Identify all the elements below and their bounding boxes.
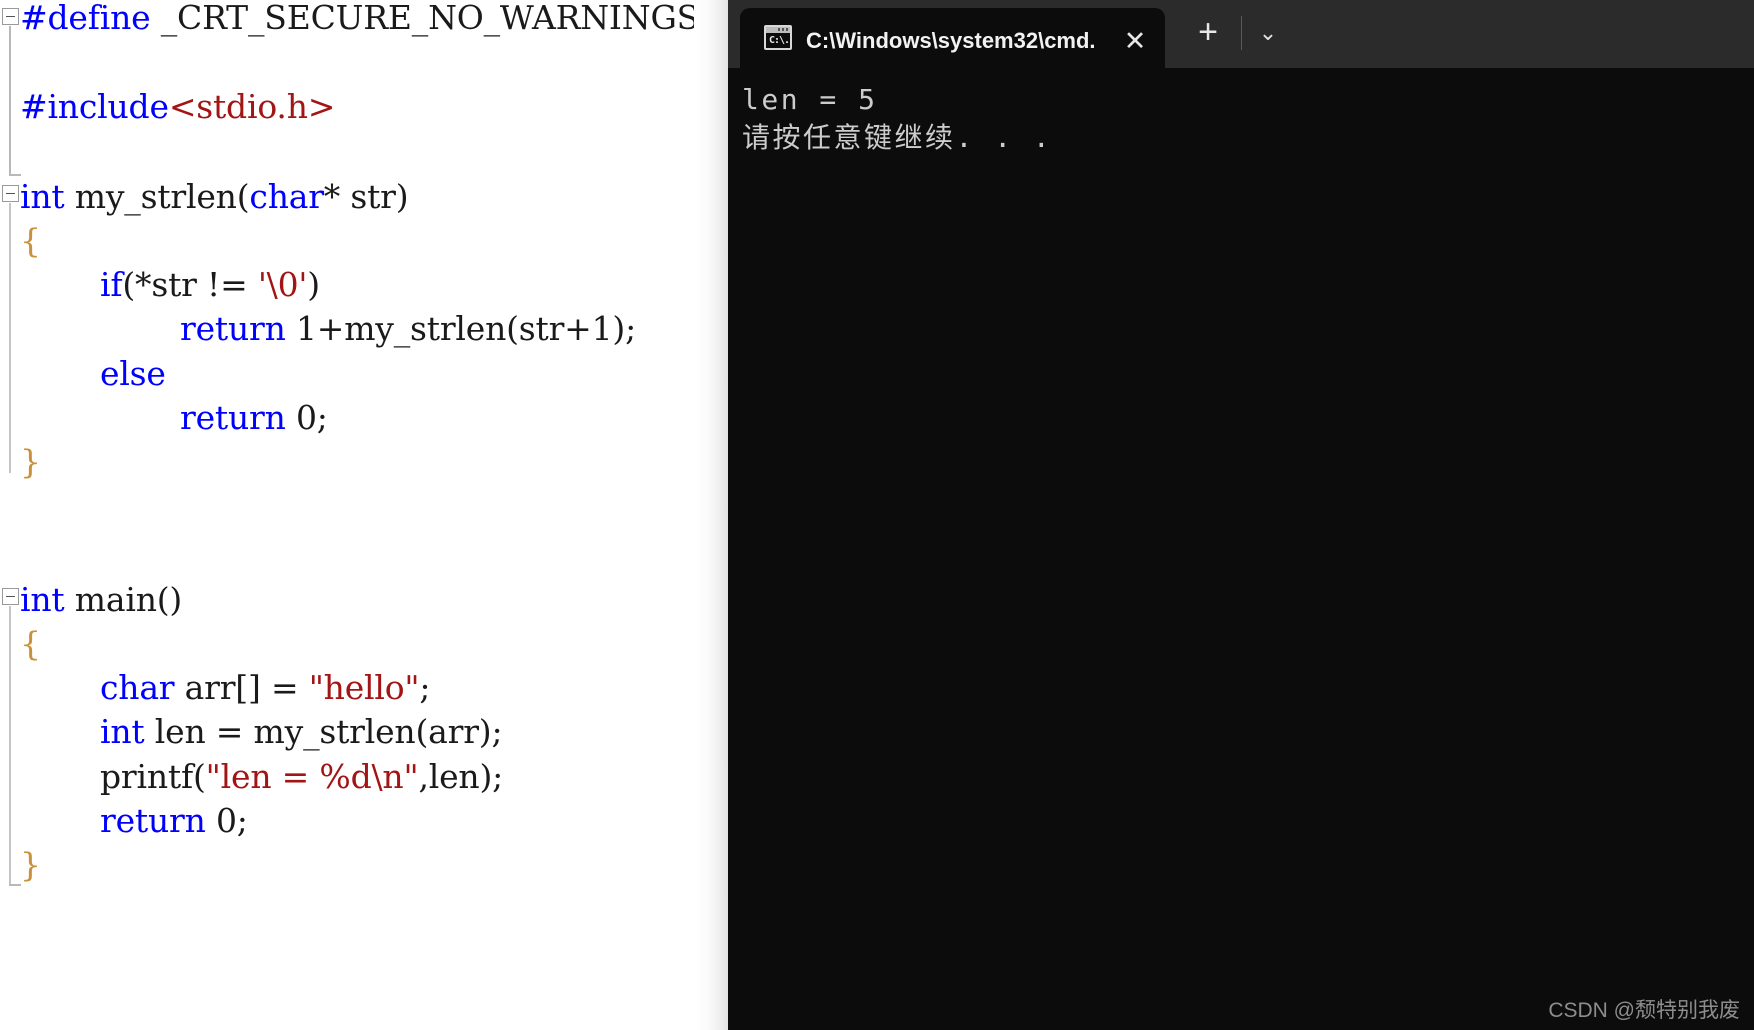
token-return-keyword-zero: return	[180, 398, 286, 437]
code-line-22: }	[20, 843, 41, 888]
token-int-keyword-strlen: int	[20, 177, 65, 216]
cmd-prompt-icon: C:\.	[764, 25, 792, 50]
token-include-directive: #include	[20, 87, 169, 126]
token-char-keyword: char	[249, 177, 324, 216]
terminal-output-line: 请按任意键继续. . .	[742, 121, 1053, 154]
code-line-8: if(*str != '\0')	[100, 263, 320, 308]
token-open-brace-strlen: {	[20, 221, 41, 260]
token-return-zero-expr: 0;	[285, 398, 328, 437]
terminal-tab-active[interactable]: C:\. C:\Windows\system32\cmd.e: ✕	[740, 8, 1165, 68]
token-include-header: <stdio.h>	[168, 87, 336, 126]
token-close-brace-main: }	[20, 845, 41, 884]
code-line-6: int my_strlen(char* str)	[20, 175, 409, 220]
editor-right-edge-shadow	[694, 0, 728, 1030]
token-param-tail: * str)	[323, 177, 409, 216]
terminal-tab-title: C:\Windows\system32\cmd.e:	[806, 28, 1096, 53]
screen-root: #define _CRT_SECURE_NO_WARNINGS 1 #inclu…	[0, 0, 1754, 1030]
token-return-keyword-recursive: return	[180, 309, 286, 348]
code-editor-pane[interactable]: #define _CRT_SECURE_NO_WARNINGS 1 #inclu…	[0, 0, 728, 1030]
token-int-keyword-len: int	[100, 712, 145, 751]
code-line-17: {	[20, 622, 41, 667]
code-text-area[interactable]: #define _CRT_SECURE_NO_WARNINGS 1 #inclu…	[0, 0, 728, 1030]
terminal-output-line: len = 5	[742, 83, 878, 116]
token-arr-semicolon: ;	[419, 668, 431, 707]
token-if-cond-b: )	[307, 265, 320, 304]
code-line-10: else	[100, 352, 166, 397]
code-line-19: int len = my_strlen(arr);	[100, 710, 503, 755]
icon-titlebar-dots	[778, 28, 788, 31]
terminal-output-area[interactable]: len = 5 请按任意键继续. . .	[728, 68, 1754, 1030]
icon-prompt-text: C:\.	[769, 35, 790, 46]
token-char-keyword-arr: char	[100, 668, 175, 707]
code-line-21: return 0;	[100, 799, 248, 844]
token-arr-decl: arr[] =	[174, 668, 309, 707]
code-line-9: return 1+my_strlen(str+1);	[180, 307, 636, 352]
code-line-18: char arr[] = "hello";	[100, 666, 431, 711]
token-printf-format-string: "len = %d\n"	[205, 757, 419, 796]
plus-icon[interactable]: +	[1189, 14, 1227, 52]
token-open-brace-main: {	[20, 624, 41, 663]
token-recursive-expression: 1+my_strlen(str+1);	[285, 309, 637, 348]
csdn-watermark: CSDN @颓特别我废	[1548, 999, 1740, 1022]
token-printf-call: printf(	[100, 757, 206, 796]
code-line-7: {	[20, 219, 41, 264]
close-icon[interactable]: ✕	[1118, 24, 1152, 58]
token-return-keyword-main: return	[100, 801, 206, 840]
token-int-keyword-main: int	[20, 580, 65, 619]
token-define-rest: _CRT_SECURE_NO_WARNINGS 1	[150, 0, 728, 37]
token-define-directive: #define	[20, 0, 151, 37]
token-close-brace-strlen: }	[20, 442, 41, 481]
tab-bar-separator	[1241, 16, 1242, 50]
code-line-11: return 0;	[180, 396, 328, 441]
token-if-cond-a: (*str !=	[122, 265, 258, 304]
code-line-1: #define _CRT_SECURE_NO_WARNINGS 1	[20, 0, 728, 41]
token-len-assignment: len = my_strlen(arr);	[144, 712, 503, 751]
terminal-tab-bar[interactable]: C:\. C:\Windows\system32\cmd.e: ✕ + ⌄	[728, 0, 1754, 68]
code-line-20: printf("len = %d\n",len);	[100, 755, 503, 800]
windows-terminal-window[interactable]: C:\. C:\Windows\system32\cmd.e: ✕ + ⌄ le…	[728, 0, 1754, 1030]
token-null-char-literal: '\0'	[257, 265, 308, 304]
token-hello-string: "hello"	[308, 668, 420, 707]
icon-titlebar	[766, 27, 790, 33]
token-function-name-strlen: my_strlen(	[64, 177, 250, 216]
code-line-16: int main()	[20, 578, 182, 623]
token-return-main-expr: 0;	[205, 801, 248, 840]
token-main-signature: main()	[64, 580, 183, 619]
code-line-3: #include<stdio.h>	[20, 85, 335, 130]
code-line-12: }	[20, 440, 41, 485]
token-if-keyword: if	[100, 265, 123, 304]
token-printf-args: ,len);	[418, 757, 504, 796]
token-else-keyword: else	[100, 354, 166, 393]
chevron-down-icon[interactable]: ⌄	[1250, 16, 1286, 52]
